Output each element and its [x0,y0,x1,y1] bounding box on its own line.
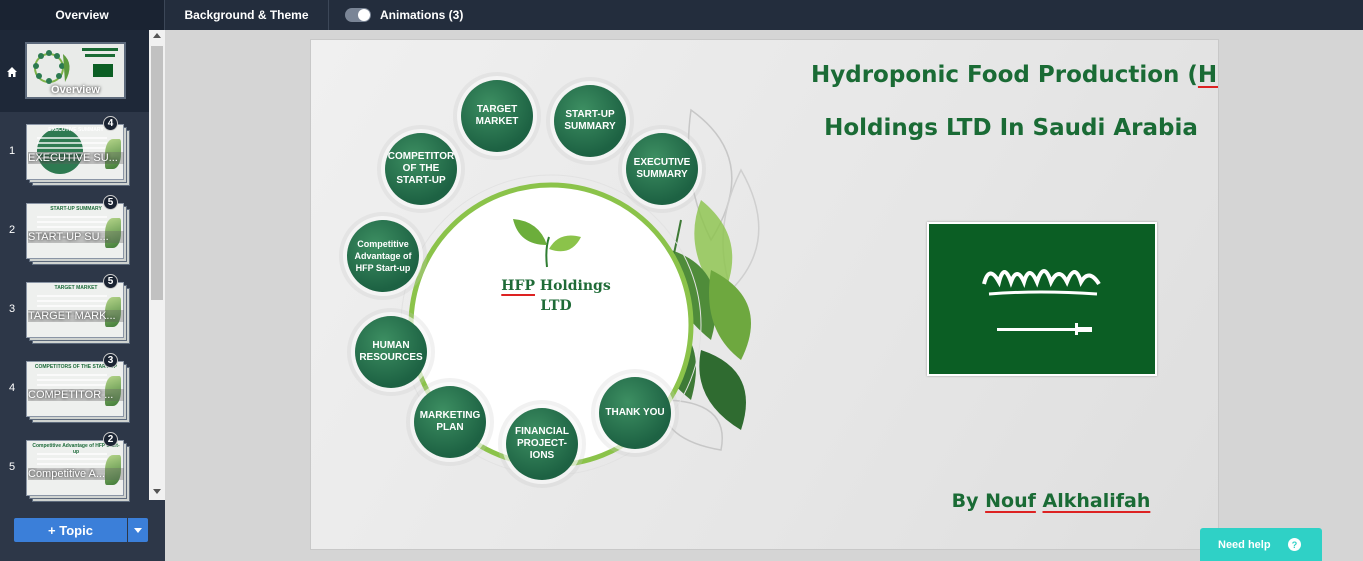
topic-caption: Competitive A... [28,468,124,480]
subtopic-count-badge: 3 [103,353,118,368]
need-help-label: Need help [1218,538,1271,551]
topic-caption: EXECUTIVE SU... [28,152,124,164]
topic-number: 5 [9,461,16,473]
node-competitor[interactable]: COMPETITOR OF THE START-UP [385,133,457,205]
sidebar-scrollbar[interactable] [149,30,165,500]
topic-number: 3 [9,303,16,315]
slide-title-line1[interactable]: Hydroponic Food Production (HFP) [811,62,1218,88]
scrollbar-thumb[interactable] [151,46,163,300]
subtopic-count-badge: 2 [103,432,118,447]
topic-item[interactable]: 4 COMPETITORS OF THE START-UP COMPETITOR… [0,349,149,427]
chevron-down-icon [134,528,142,533]
logo-ltd: LTD [540,298,572,314]
logo-holdings: Holdings [534,278,611,294]
need-help-button[interactable]: Need help ? [1200,528,1322,561]
topic-item[interactable]: 2 START-UP SUMMARY START-UP SU... 5 [0,191,149,269]
subtopic-count-badge: 4 [103,116,118,131]
company-logo-text: HFP Holdings LTD [491,276,621,316]
tab-overview[interactable]: Overview [0,0,165,30]
topic-number: 2 [9,224,16,236]
author-first-name: Nouf [985,490,1036,512]
node-startup-summary[interactable]: START-UP SUMMARY [554,85,626,157]
topic-item[interactable]: 5 Competitive Advantage of HFP Start-up … [0,428,149,506]
node-competitive-advantage[interactable]: Competitive Advantage of HFP Start-up [347,220,419,292]
scroll-up-arrow-icon[interactable] [153,33,161,38]
help-question-icon: ? [1288,538,1301,551]
topic-item[interactable]: 3 TARGET MARKET TARGET MARK... 5 [0,270,149,348]
overview-thumbnail-row[interactable]: Overview [0,30,149,112]
toggle-knob [358,9,370,21]
topic-caption: START-UP SU... [28,231,124,243]
topic-item[interactable]: 1 EXECUTIVE SUMMARY EXECUTIVE SU... 4 [0,112,149,190]
flag-emblem [982,269,1101,335]
topic-number: 4 [9,382,16,394]
topics-sidebar: Overview 1 EXECUTIVE SUMMARY EXECUTIVE S… [0,30,165,561]
add-topic-dropdown-button[interactable] [128,518,148,542]
animations-label: Animations (3) [380,8,464,22]
slide-title-line2[interactable]: Holdings LTD In Saudi Arabia [811,115,1211,141]
node-thank-you[interactable]: THANK YOU [599,377,671,449]
node-executive-summary[interactable]: EXECUTIVE SUMMARY [626,133,698,205]
home-icon[interactable] [6,66,18,78]
top-toolbar: Overview Background & Theme Animations (… [0,0,1363,30]
subtopic-count-badge: 5 [103,274,118,289]
add-topic-button[interactable]: + Topic [14,518,127,542]
saudi-flag-image [927,222,1157,376]
slide-canvas[interactable]: HFP Holdings LTD TARGET MARKET START-UP … [310,39,1219,550]
topic-caption: TARGET MARK... [28,310,124,322]
title-prefix: Hydroponic Food Production ( [811,62,1198,88]
logo-hfp: HFP [501,278,535,294]
topic-number: 1 [9,145,16,157]
title-hfp: HFP [1197,62,1218,88]
scroll-down-arrow-icon[interactable] [153,489,161,494]
author-last-name: Alkhalifah [1042,490,1151,512]
tab-background-theme[interactable]: Background & Theme [165,0,329,30]
node-marketing-plan[interactable]: MARKETING PLAN [414,386,486,458]
author-byline[interactable]: By Nouf Alkhalifah [931,490,1171,512]
animations-toggle-group[interactable]: Animations (3) [345,8,463,22]
node-target-market[interactable]: TARGET MARKET [461,80,533,152]
node-financial-projections[interactable]: FINANCIAL PROJECT-IONS [506,408,578,480]
sprout-logo-icon [513,219,581,268]
subtopic-count-badge: 5 [103,195,118,210]
animations-toggle[interactable] [345,8,371,22]
byline-prefix: By [951,490,986,512]
node-human-resources[interactable]: HUMAN RESOURCES [355,316,427,388]
overview-thumbnail-label: Overview [51,84,100,96]
topic-caption: COMPETITOR ... [28,389,124,401]
